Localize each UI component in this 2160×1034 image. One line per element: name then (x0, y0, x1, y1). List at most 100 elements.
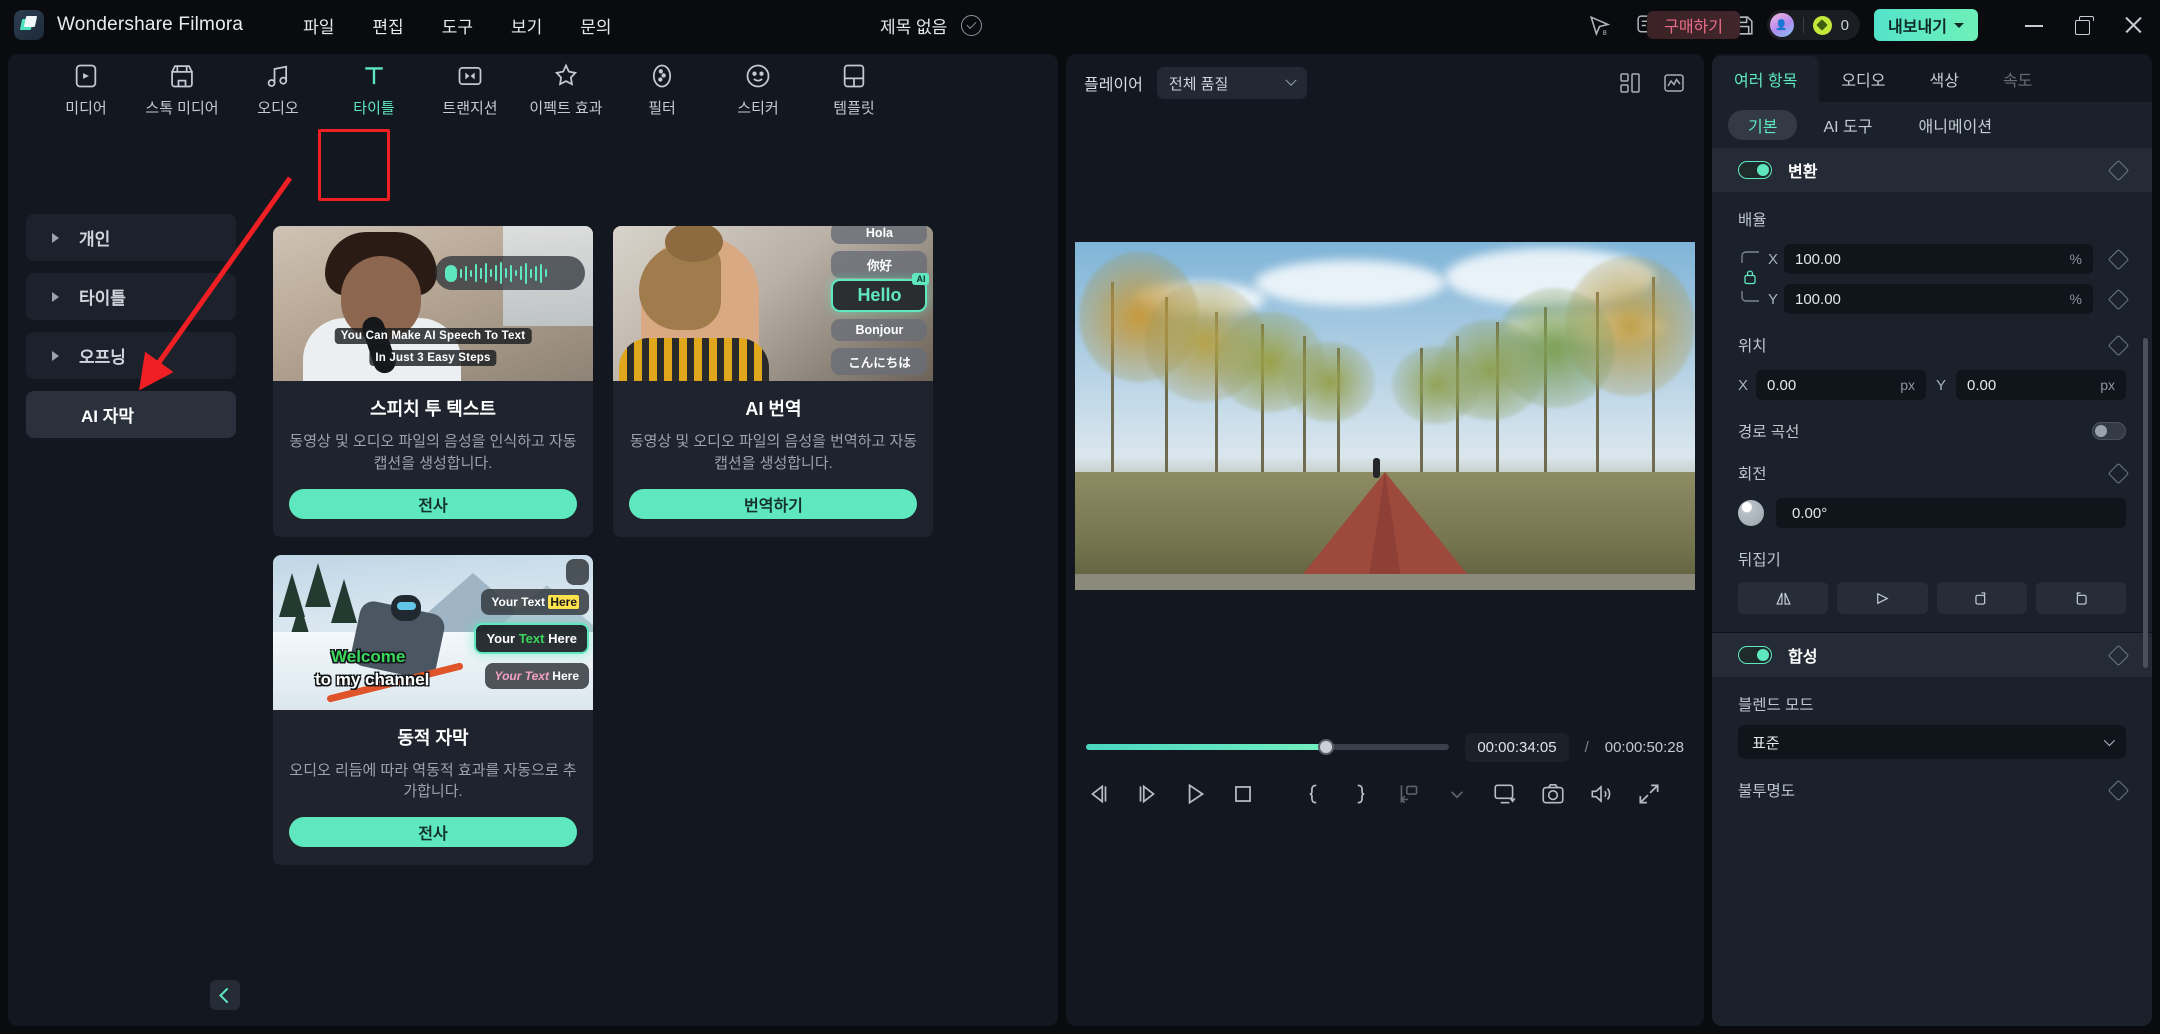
layout-grid-icon[interactable] (1618, 71, 1642, 95)
keyframe-diamond-icon[interactable] (2107, 159, 2130, 181)
compositing-body: 블렌드 모드 표준 불투명도 (1712, 677, 2152, 801)
keyframe-diamond-icon[interactable] (2107, 334, 2130, 356)
card-ai-translate[interactable]: Hola 你好 Hello AI Bonjour こんにちは AI 번역 동영상… (613, 226, 934, 537)
volume-button[interactable] (1588, 781, 1614, 807)
menu-item-edit[interactable]: 편집 (372, 13, 403, 38)
subtab-basic[interactable]: 기본 (1728, 110, 1798, 140)
flip-button-group (1738, 582, 2126, 614)
left-panel: 미디어 스톡 미디어 오디오 타이틀 트랜지션 이펙트 효과 필터 스티커 템플… (8, 54, 1058, 1026)
fullscreen-button[interactable] (1636, 781, 1662, 807)
thumb-waveform-bar (435, 256, 585, 290)
menu-item-file[interactable]: 파일 (303, 13, 334, 38)
progress-fill (1086, 744, 1326, 750)
export-button[interactable]: 내보내기 (1874, 9, 1978, 41)
progress-slider[interactable] (1086, 739, 1450, 755)
card-action-button[interactable]: 번역하기 (629, 488, 918, 519)
send-cursor-icon[interactable]: 8 (1587, 13, 1612, 38)
category-tab-bar: 미디어 스톡 미디어 오디오 타이틀 트랜지션 이펙트 효과 필터 스티커 템플… (8, 54, 1058, 126)
tab-audio[interactable]: 오디오 (1819, 56, 1907, 102)
tab-media[interactable]: 미디어 (38, 62, 134, 118)
tab-sticker[interactable]: 스티커 (710, 62, 806, 118)
close-button[interactable] (2124, 15, 2144, 35)
rotate-right-button[interactable] (1936, 582, 2027, 614)
window-controls (2024, 0, 2144, 50)
position-y-input[interactable]: 0.00 px (1956, 370, 2126, 400)
filmora-window: Wondershare Filmora 파일 편집 도구 보기 문의 제목 없음… (0, 0, 2160, 1034)
card-action-button[interactable]: 전사 (289, 817, 577, 847)
menu-item-tools[interactable]: 도구 (442, 13, 473, 38)
keyframe-diamond-icon[interactable] (2107, 644, 2130, 666)
tab-color[interactable]: 색상 (1908, 56, 1981, 102)
keyframe-diamond-icon[interactable] (2107, 288, 2130, 310)
subtab-ai-tools[interactable]: AI 도구 (1803, 110, 1892, 140)
maximize-button[interactable] (2074, 15, 2094, 35)
display-settings-button[interactable] (1492, 781, 1518, 807)
tab-transitions[interactable]: 트랜지션 (422, 62, 518, 118)
lock-icon[interactable] (1743, 269, 1757, 288)
tab-filter[interactable]: 필터 (614, 62, 710, 118)
minimize-button[interactable] (2024, 15, 2044, 35)
progress-handle[interactable] (1317, 739, 1334, 755)
path-curve-label: 경로 곡선 (1738, 424, 1800, 441)
compositing-toggle[interactable] (1738, 646, 1772, 664)
effects-icon (552, 62, 580, 90)
tab-effects[interactable]: 이펙트 효과 (518, 62, 614, 118)
chevron-right-icon (52, 291, 59, 302)
keyframe-diamond-icon[interactable] (2107, 248, 2130, 270)
tab-multiple-items[interactable]: 여러 항목 (1712, 56, 1820, 102)
collapse-panel-button[interactable] (210, 980, 240, 1010)
card-speech-to-text[interactable]: You Can Make AI Speech To Text In Just 3… (273, 226, 593, 537)
subtab-animation[interactable]: 애니메이션 (1898, 110, 2012, 140)
mark-out-button[interactable] (1348, 781, 1374, 807)
rotate-input[interactable]: 0.00° (1776, 498, 2126, 528)
tab-stock-media[interactable]: 스톡 미디어 (134, 62, 230, 118)
snapshot-button[interactable] (1540, 781, 1566, 807)
next-frame-button[interactable] (1134, 781, 1160, 807)
blend-mode-select[interactable]: 표준 (1738, 725, 2126, 759)
previous-frame-button[interactable] (1086, 781, 1112, 807)
scale-x-input[interactable]: 100.00 % (1784, 244, 2093, 274)
tab-label: 트랜지션 (442, 100, 498, 117)
scope-waveform-icon[interactable] (1662, 71, 1686, 95)
insert-to-timeline-button[interactable] (1396, 781, 1422, 807)
tab-speed[interactable]: 속도 (1981, 56, 2054, 102)
mark-in-button[interactable] (1300, 781, 1326, 807)
card-action-button[interactable]: 전사 (289, 488, 577, 519)
position-label: 위치 (1738, 338, 1767, 355)
sidebar-item-opening[interactable]: 오프닝 (26, 332, 236, 379)
position-x-input[interactable]: 0.00 px (1756, 370, 1926, 400)
sidebar-item-personal[interactable]: 개인 (26, 214, 236, 261)
rotate-left-button[interactable] (2035, 582, 2126, 614)
sidebar-item-titles[interactable]: 타이틀 (26, 273, 236, 320)
menu-item-contact[interactable]: 문의 (580, 13, 611, 38)
insert-dropdown-chevron-icon[interactable] (1444, 781, 1470, 807)
rotate-dial[interactable] (1738, 500, 1764, 526)
preview-walkway (1075, 574, 1695, 590)
scale-x-row: X 100.00 % (1738, 244, 2130, 274)
play-button[interactable] (1182, 781, 1208, 807)
sidebar-item-ai-captions[interactable]: AI 자막 (26, 391, 236, 438)
transform-toggle[interactable] (1738, 161, 1772, 179)
rotate-header-row: 회전 (1738, 462, 2130, 484)
flip-horizontal-button[interactable] (1738, 582, 1829, 614)
properties-scrollbar[interactable] (2143, 338, 2148, 668)
rotate-label: 회전 (1738, 466, 1767, 483)
account-pill[interactable]: 👤 0 (1766, 10, 1860, 40)
flip-vertical-button[interactable] (1837, 582, 1928, 614)
card-body: 동적 자막 오디오 리듬에 따라 역동적 효과를 자동으로 추가합니다. 전사 (273, 710, 593, 866)
card-dynamic-captions[interactable]: Welcome to my channel Your Text Here You… (273, 554, 593, 866)
stop-button[interactable] (1230, 781, 1256, 807)
keyframe-diamond-icon[interactable] (2107, 462, 2130, 484)
quality-select[interactable]: 전체 품질 (1156, 67, 1307, 99)
path-curve-toggle[interactable] (2092, 422, 2126, 440)
tab-titles[interactable]: 타이틀 (326, 62, 422, 118)
blend-mode-value: 표준 (1752, 734, 1780, 752)
tab-audio[interactable]: 오디오 (230, 62, 326, 118)
video-preview[interactable] (1075, 242, 1695, 590)
keyframe-diamond-icon[interactable] (2107, 779, 2130, 801)
menu-item-view[interactable]: 보기 (511, 13, 542, 38)
buy-button[interactable]: 구매하기 (1647, 11, 1740, 39)
scale-y-input[interactable]: 100.00 % (1784, 284, 2093, 314)
tab-template[interactable]: 템플릿 (806, 62, 902, 118)
avatar[interactable]: 👤 (1769, 13, 1794, 37)
